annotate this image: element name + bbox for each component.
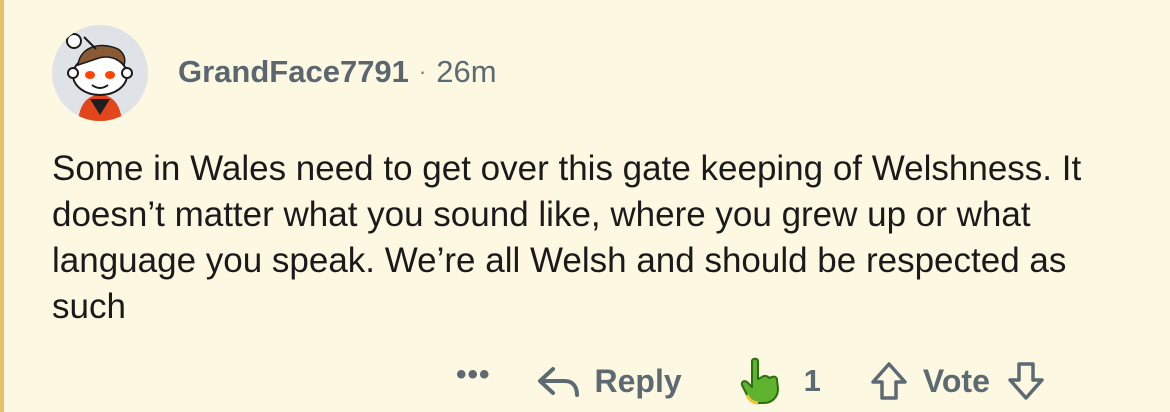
award-count: 1: [803, 363, 821, 398]
meta-separator: ·: [418, 59, 427, 84]
vote-label: Vote: [922, 362, 990, 399]
vote-controls: Vote: [869, 360, 1046, 402]
pointing-finger-award-icon: [740, 357, 779, 405]
award-badge[interactable]: 1: [738, 357, 821, 405]
reply-label: Reply: [594, 362, 682, 399]
comment-body: Some in Wales need to get over this gate…: [52, 149, 1082, 326]
reddit-snoo-avatar-icon: [66, 33, 133, 121]
more-options-button[interactable]: •••: [456, 358, 491, 392]
upvote-arrow-icon[interactable]: [869, 360, 909, 402]
comment-timestamp: 26m: [436, 54, 497, 89]
downvote-arrow-icon[interactable]: [1006, 360, 1046, 402]
user-avatar[interactable]: [52, 25, 148, 121]
reply-arrow-icon: [537, 367, 579, 397]
comment: GrandFace7791 · 26m Some in Wales need t…: [0, 0, 1170, 412]
comment-meta: GrandFace7791 · 26m: [178, 52, 497, 92]
username-link[interactable]: GrandFace7791: [178, 54, 409, 90]
reply-button[interactable]: Reply: [535, 361, 682, 401]
comment-actions: ••• Reply 1 Vote: [456, 356, 1046, 406]
